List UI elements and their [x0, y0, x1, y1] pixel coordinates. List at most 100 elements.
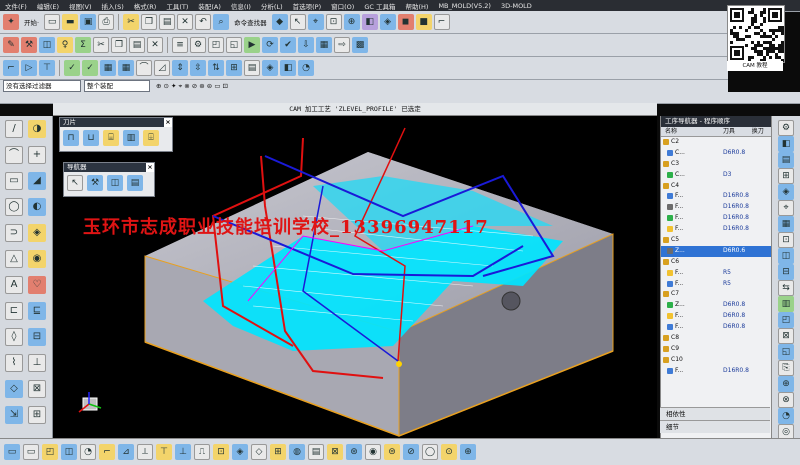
- start-button[interactable]: 开始·: [21, 17, 42, 27]
- operation-row[interactable]: F... D16R0.8: [661, 213, 771, 224]
- bottom-tool-icon[interactable]: ▭: [23, 444, 39, 460]
- wcs-icon[interactable]: ⌐: [433, 14, 450, 30]
- tool-icon-5[interactable]: ⌹: [143, 130, 159, 146]
- resource-tab-icon[interactable]: ⊡: [778, 232, 794, 248]
- create-method-icon[interactable]: ♀: [57, 37, 73, 53]
- bottom-tool-icon[interactable]: ◇: [251, 444, 267, 460]
- resource-tab-icon[interactable]: ⊠: [778, 328, 794, 344]
- resource-tab-icon[interactable]: ⎘: [778, 360, 794, 376]
- resource-tab-icon[interactable]: ◱: [778, 344, 794, 360]
- op-icon-16[interactable]: ◧: [280, 60, 296, 76]
- snap-points[interactable]: ⊕ ⊙ ✦ ⌖ ⊗ ⊘ ⊛ ⊜ ▭ ⊡: [153, 82, 231, 91]
- op-icon-11[interactable]: ⇳: [190, 60, 206, 76]
- operation-row[interactable]: C3: [661, 159, 771, 170]
- verify-icon[interactable]: ✔: [280, 37, 296, 53]
- paste-object-icon[interactable]: ▤: [129, 37, 145, 53]
- method-view-icon[interactable]: ◱: [226, 37, 242, 53]
- operation-row[interactable]: F... D16R0.8: [661, 191, 771, 202]
- cut-icon[interactable]: ✂: [123, 14, 140, 30]
- menu-item-8[interactable]: 分析(L): [256, 1, 288, 11]
- color-icon[interactable]: ■: [415, 14, 432, 30]
- operation-row[interactable]: F... R5: [661, 279, 771, 290]
- resource-tab-icon[interactable]: ⊗: [778, 392, 794, 408]
- bottom-tool-icon[interactable]: ⊥: [175, 444, 191, 460]
- bottom-tool-icon[interactable]: ◰: [42, 444, 58, 460]
- op-icon-2[interactable]: ▷: [21, 60, 37, 76]
- resource-tab-icon[interactable]: ▥: [778, 296, 794, 312]
- edit-object-icon[interactable]: ✂: [93, 37, 109, 53]
- sketch-tool-icon[interactable]: ◊: [5, 328, 23, 346]
- bottom-tool-icon[interactable]: ⊡: [213, 444, 229, 460]
- save-icon[interactable]: ▣: [80, 14, 97, 30]
- geometry-view-icon[interactable]: ◰: [208, 37, 224, 53]
- resource-tab-icon[interactable]: ⊕: [778, 376, 794, 392]
- tool-icon-3[interactable]: ⌸: [103, 130, 119, 146]
- sketch-tool-icon[interactable]: ◢: [28, 172, 46, 190]
- sketch-tool-icon[interactable]: ⊟: [28, 328, 46, 346]
- shade-icon[interactable]: ◼: [397, 14, 414, 30]
- fit-icon[interactable]: ⊡: [325, 14, 342, 30]
- operation-row[interactable]: F... D16R0.8: [661, 366, 771, 377]
- sketch-tool-icon[interactable]: /: [5, 120, 23, 138]
- paste-icon[interactable]: ▤: [159, 14, 176, 30]
- resource-tab-icon[interactable]: ◰: [778, 312, 794, 328]
- machine-view-icon[interactable]: ⚙: [190, 37, 206, 53]
- menu-item-12[interactable]: 帮助(H): [400, 1, 433, 11]
- menu-item-9[interactable]: 首选项(P): [288, 1, 327, 11]
- bottom-tool-icon[interactable]: ⊛: [346, 444, 362, 460]
- menu-item-0[interactable]: 文件(F): [0, 1, 32, 11]
- new-icon[interactable]: ▭: [44, 14, 61, 30]
- bottom-tool-icon[interactable]: ⊜: [384, 444, 400, 460]
- render-icon[interactable]: ◧: [361, 14, 378, 30]
- operation-row[interactable]: Z... D6R0.8: [661, 300, 771, 311]
- nav-icon-3[interactable]: ◫: [107, 175, 123, 191]
- dependencies-section[interactable]: 相依性: [660, 407, 770, 420]
- resource-tab-icon[interactable]: ⊟: [778, 264, 794, 280]
- nav-icon-4[interactable]: ▤: [127, 175, 143, 191]
- bottom-tool-icon[interactable]: ◈: [232, 444, 248, 460]
- tool-icon-1[interactable]: ⊓: [63, 130, 79, 146]
- bottom-tool-icon[interactable]: ⊘: [403, 444, 419, 460]
- resource-tab-icon[interactable]: ▤: [778, 152, 794, 168]
- op-icon-4[interactable]: ✓: [64, 60, 80, 76]
- menu-item-2[interactable]: 视图(V): [64, 1, 97, 11]
- bottom-tool-icon[interactable]: ⎍: [194, 444, 210, 460]
- close-icon[interactable]: ×: [146, 163, 154, 172]
- menu-item-5[interactable]: 工具(T): [161, 1, 193, 11]
- menu-item-10[interactable]: 窗口(O): [326, 1, 359, 11]
- op-icon-13[interactable]: ⊞: [226, 60, 242, 76]
- operation-row[interactable]: C8: [661, 333, 771, 344]
- resource-tab-icon[interactable]: ◫: [778, 248, 794, 264]
- bottom-tool-icon[interactable]: ⟂: [137, 444, 153, 460]
- op-icon-9[interactable]: ◿: [154, 60, 170, 76]
- op-icon-15[interactable]: ◈: [262, 60, 278, 76]
- resource-tab-icon[interactable]: ▦: [778, 216, 794, 232]
- operation-row[interactable]: F... D16R0.8: [661, 224, 771, 235]
- operation-row[interactable]: F... D6R0.8: [661, 311, 771, 322]
- resource-tab-icon[interactable]: ⚙: [778, 120, 794, 136]
- operation-row[interactable]: C4: [661, 181, 771, 192]
- snap-icon[interactable]: ⌖: [307, 14, 324, 30]
- copy-object-icon[interactable]: ❐: [111, 37, 127, 53]
- bottom-tool-icon[interactable]: ◔: [80, 444, 96, 460]
- resource-tab-icon[interactable]: ⌖: [778, 200, 794, 216]
- sketch-tool-icon[interactable]: ▭: [5, 172, 23, 190]
- sketch-tool-icon[interactable]: ⊏: [5, 302, 23, 320]
- operation-row[interactable]: C10: [661, 355, 771, 366]
- selection-scope-dropdown[interactable]: 整个装配: [84, 80, 150, 92]
- replay-icon[interactable]: ⟳: [262, 37, 278, 53]
- view-cube-icon[interactable]: ◈: [379, 14, 396, 30]
- tool-icon-2[interactable]: ⊔: [83, 130, 99, 146]
- op-icon-17[interactable]: ◔: [298, 60, 314, 76]
- sketch-tool-icon[interactable]: ⌇: [5, 354, 23, 372]
- resource-tab-icon[interactable]: ◔: [778, 408, 794, 424]
- resource-tab-icon[interactable]: ◈: [778, 184, 794, 200]
- undo-icon[interactable]: ↶: [195, 14, 212, 30]
- op-icon-5[interactable]: ✓: [82, 60, 98, 76]
- output-cls-icon[interactable]: ⇨: [334, 37, 350, 53]
- sketch-tool-icon[interactable]: ◐: [28, 198, 46, 216]
- sketch-tool-icon[interactable]: ⊠: [28, 380, 46, 398]
- menu-item-1[interactable]: 编辑(E): [32, 1, 64, 11]
- operation-row[interactable]: F... D16R0.8: [661, 202, 771, 213]
- operation-row[interactable]: C6: [661, 257, 771, 268]
